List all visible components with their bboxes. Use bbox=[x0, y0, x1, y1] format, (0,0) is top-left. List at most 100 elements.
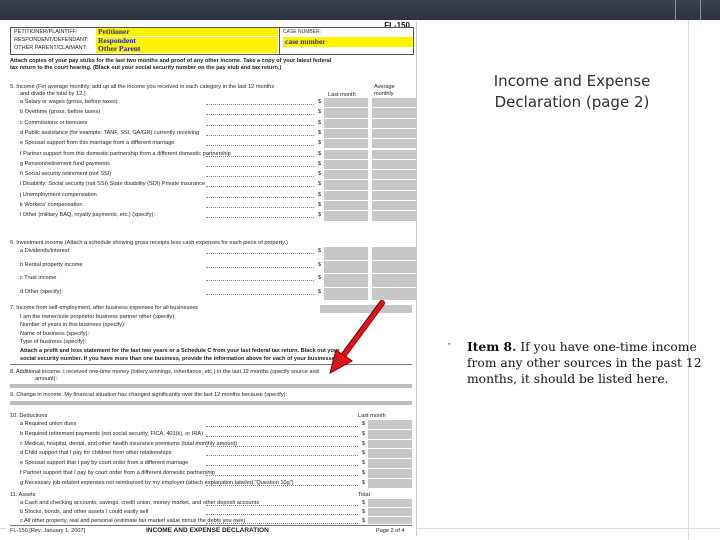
amount-field bbox=[324, 128, 368, 139]
item5-row-label: a Salary or wages (gross, before taxes) bbox=[20, 99, 118, 105]
leader-dots bbox=[206, 165, 314, 167]
form-footer-page: Page 2 of 4 bbox=[376, 528, 405, 534]
item7-line: I am the owner/sole proprietor business … bbox=[20, 314, 176, 320]
leader-dots bbox=[206, 426, 358, 427]
item5-row-label: f Partner support from this domestic par… bbox=[20, 150, 231, 157]
petitioner-value: Petitioner bbox=[96, 28, 278, 36]
item5-row-label: j Unemployment compensation bbox=[20, 191, 97, 198]
leader-dots bbox=[206, 475, 358, 476]
amount-field bbox=[372, 108, 416, 118]
item11-row-label: b Stocks, bonds, and other assets I coul… bbox=[20, 508, 149, 515]
item10-row-label: b Required retirement payments (not soci… bbox=[20, 430, 204, 437]
petitioner-label: PETITIONER/PLAINTIFF: bbox=[14, 29, 78, 35]
amount-field bbox=[324, 108, 368, 118]
item5-row-label: k Workers' compensation bbox=[20, 202, 83, 208]
item5-row-label: e Spousal support from this marriage fro… bbox=[20, 140, 175, 147]
party-names-section: PETITIONER/PLAINTIFF: RESPONDENT/DEFENDA… bbox=[11, 28, 280, 54]
leader-dots bbox=[206, 114, 314, 116]
item8-fill-line bbox=[10, 384, 412, 388]
amount-field bbox=[324, 170, 368, 180]
amount-field bbox=[372, 201, 416, 211]
leader-dots bbox=[206, 134, 314, 136]
amount-field bbox=[372, 274, 416, 287]
dollar-sign: $ bbox=[362, 460, 366, 467]
respondent-label: RESPONDENT/DEFENDANT: bbox=[14, 37, 89, 43]
item5-row-label: l Other (military BAQ, royalty payments,… bbox=[20, 212, 155, 219]
item10-heading: 10. Deductions bbox=[10, 413, 48, 419]
bullet-text: Item 8. If you have one-time income from… bbox=[467, 339, 707, 387]
amount-field bbox=[368, 478, 412, 488]
leader-dots bbox=[206, 104, 314, 105]
dollar-sign: $ bbox=[318, 150, 322, 157]
amount-field bbox=[324, 149, 368, 159]
amount-field bbox=[372, 98, 416, 108]
item7-line: Name of business (specify): bbox=[20, 330, 90, 337]
amount-field bbox=[324, 190, 368, 200]
dollar-sign: $ bbox=[318, 109, 322, 116]
amount-field bbox=[372, 170, 416, 180]
dollar-sign: $ bbox=[362, 450, 366, 457]
item5-heading: 5. Income (For average monthly, add up a… bbox=[10, 84, 275, 90]
leader-dots bbox=[206, 465, 358, 467]
dollar-sign: $ bbox=[318, 275, 322, 281]
dollar-sign: $ bbox=[318, 160, 322, 167]
amount-field bbox=[372, 118, 416, 128]
leader-dots bbox=[206, 505, 358, 506]
amount-field bbox=[372, 139, 416, 149]
amount-field bbox=[368, 459, 412, 468]
item5-row-label: i Disability: Social security (not SSI) … bbox=[20, 181, 205, 188]
leader-dots bbox=[206, 253, 314, 254]
form-footer-left: FL-150 [Rev. January 1, 2007] bbox=[10, 528, 86, 534]
amount-field bbox=[324, 211, 368, 221]
amount-field bbox=[368, 469, 412, 478]
divider bbox=[10, 525, 412, 526]
top-bar-divider bbox=[675, 0, 676, 20]
dollar-sign: $ bbox=[318, 119, 322, 126]
leader-dots bbox=[206, 155, 314, 157]
item10-row-label: d Child support that I pay for children … bbox=[20, 450, 172, 457]
item10-row-label: f Partner support that I pay by court or… bbox=[20, 470, 215, 476]
leader-dots bbox=[206, 176, 314, 178]
amount-field bbox=[324, 247, 368, 260]
amount-field bbox=[372, 260, 416, 273]
other-parent-value: Other Parent bbox=[96, 45, 278, 53]
amount-field bbox=[368, 449, 412, 459]
item9-text: 9. Change in income. My financial situat… bbox=[10, 392, 288, 398]
item6-row-label: d Other (specify): bbox=[20, 288, 63, 295]
leader-dots bbox=[206, 484, 358, 486]
item11-col: Total bbox=[358, 492, 370, 498]
leader-dots bbox=[206, 513, 358, 515]
leader-dots bbox=[206, 217, 314, 219]
item11-heading: 11. Assets bbox=[10, 492, 36, 498]
leader-dots bbox=[206, 266, 314, 268]
form-footer-title: INCOME AND EXPENSE DECLARATION bbox=[146, 527, 269, 534]
bullet-lead: Item 8. bbox=[467, 339, 517, 354]
amount-field bbox=[324, 98, 368, 108]
form-page-image: FL-150 PETITIONER/PLAINTIFF: RESPONDENT/… bbox=[6, 22, 417, 536]
leader-dots bbox=[206, 186, 314, 188]
item7-heading: 7. Income from self-employment, after bu… bbox=[10, 305, 199, 311]
dollar-sign: $ bbox=[318, 202, 322, 208]
item5-row-label: g Pension/retirement fund payments bbox=[20, 160, 110, 167]
item6-row-label: b Rental property income bbox=[20, 261, 83, 268]
dollar-sign: $ bbox=[362, 440, 366, 447]
item10-row-label: c Medical, hospital, dental, and other h… bbox=[20, 440, 238, 447]
amount-field bbox=[372, 128, 416, 139]
other-parent-label: OTHER PARENT/CLAIMANT: bbox=[14, 45, 87, 51]
item7-line: Type of business (specify): bbox=[20, 339, 87, 346]
amount-field bbox=[324, 287, 368, 300]
dollar-sign: $ bbox=[362, 421, 366, 427]
dollar-sign: $ bbox=[318, 181, 322, 188]
dollar-sign: $ bbox=[362, 479, 366, 486]
slide-title: Income and Expense Declaration (page 2) bbox=[493, 72, 651, 111]
dollar-sign: $ bbox=[362, 500, 366, 506]
leader-dots bbox=[206, 455, 358, 457]
amount-field bbox=[324, 118, 368, 128]
amount-field bbox=[372, 287, 416, 300]
amount-field bbox=[368, 507, 412, 516]
amount-field bbox=[368, 429, 412, 439]
item5-col-average: Average monthly bbox=[374, 84, 395, 97]
amount-field bbox=[372, 190, 416, 200]
dollar-sign: $ bbox=[362, 430, 366, 437]
item5-row-label: b Overtime (gross, before taxes) bbox=[20, 109, 101, 116]
